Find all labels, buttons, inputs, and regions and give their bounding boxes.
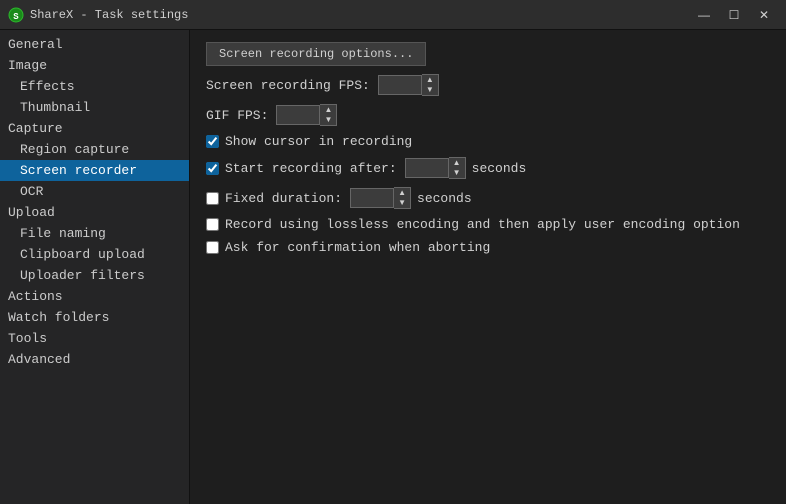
sidebar-item-uploader-filters[interactable]: Uploader filters	[0, 265, 189, 286]
start-recording-label: Start recording after:	[225, 161, 397, 176]
sidebar-item-tools[interactable]: Tools	[0, 328, 189, 349]
sidebar-item-watch-folders[interactable]: Watch folders	[0, 307, 189, 328]
content-area: Screen recording options... Screen recor…	[190, 30, 786, 504]
sidebar: GeneralImageEffectsThumbnailCaptureRegio…	[0, 30, 190, 504]
screen-fps-down[interactable]: ▼	[422, 85, 438, 95]
sidebar-item-clipboard-upload[interactable]: Clipboard upload	[0, 244, 189, 265]
svg-text:S: S	[13, 12, 19, 22]
sidebar-item-actions[interactable]: Actions	[0, 286, 189, 307]
title-bar: S ShareX - Task settings — ☐ ✕	[0, 0, 786, 30]
maximize-button[interactable]: ☐	[720, 5, 748, 25]
sharex-icon: S	[8, 7, 24, 23]
sidebar-item-file-naming[interactable]: File naming	[0, 223, 189, 244]
sidebar-item-capture[interactable]: Capture	[0, 118, 189, 139]
gif-fps-up[interactable]: ▲	[320, 105, 336, 115]
start-recording-arrows: ▲ ▼	[449, 157, 466, 179]
fixed-duration-spinbox: 3.0 ▲ ▼	[350, 187, 411, 209]
screen-fps-spinbox: 30 ▲ ▼	[378, 74, 439, 96]
screen-fps-arrows: ▲ ▼	[422, 74, 439, 96]
sidebar-item-ocr[interactable]: OCR	[0, 181, 189, 202]
gif-fps-spinbox: 15 ▲ ▼	[276, 104, 337, 126]
fixed-duration-arrows: ▲ ▼	[394, 187, 411, 209]
sidebar-item-thumbnail[interactable]: Thumbnail	[0, 97, 189, 118]
sidebar-item-advanced[interactable]: Advanced	[0, 349, 189, 370]
lossless-row: Record using lossless encoding and then …	[206, 217, 770, 232]
main-layout: GeneralImageEffectsThumbnailCaptureRegio…	[0, 30, 786, 504]
gif-fps-down[interactable]: ▼	[320, 115, 336, 125]
screen-fps-label: Screen recording FPS:	[206, 78, 370, 93]
sidebar-item-effects[interactable]: Effects	[0, 76, 189, 97]
close-button[interactable]: ✕	[750, 5, 778, 25]
lossless-checkbox[interactable]	[206, 218, 219, 231]
gif-fps-arrows: ▲ ▼	[320, 104, 337, 126]
lossless-label: Record using lossless encoding and then …	[225, 217, 740, 232]
sidebar-item-upload[interactable]: Upload	[0, 202, 189, 223]
start-recording-up[interactable]: ▲	[449, 158, 465, 168]
ask-confirm-label: Ask for confirmation when aborting	[225, 240, 490, 255]
fixed-duration-label: Fixed duration:	[225, 191, 342, 206]
minimize-button[interactable]: —	[690, 5, 718, 25]
start-recording-row: Start recording after: 0.0 ▲ ▼ seconds	[206, 157, 770, 179]
fixed-duration-unit: seconds	[417, 191, 472, 206]
start-recording-checkbox[interactable]	[206, 162, 219, 175]
show-cursor-label: Show cursor in recording	[225, 134, 412, 149]
start-recording-unit: seconds	[472, 161, 527, 176]
fixed-duration-row: Fixed duration: 3.0 ▲ ▼ seconds	[206, 187, 770, 209]
sidebar-item-image[interactable]: Image	[0, 55, 189, 76]
window-title: ShareX - Task settings	[30, 8, 690, 22]
fixed-duration-input[interactable]: 3.0	[350, 188, 394, 208]
screen-fps-up[interactable]: ▲	[422, 75, 438, 85]
gif-fps-row: GIF FPS: 15 ▲ ▼	[206, 104, 770, 126]
sidebar-item-region-capture[interactable]: Region capture	[0, 139, 189, 160]
fixed-duration-checkbox[interactable]	[206, 192, 219, 205]
sidebar-item-screen-recorder[interactable]: Screen recorder	[0, 160, 189, 181]
start-recording-down[interactable]: ▼	[449, 168, 465, 178]
window-controls: — ☐ ✕	[690, 5, 778, 25]
ask-confirm-checkbox[interactable]	[206, 241, 219, 254]
start-recording-input[interactable]: 0.0	[405, 158, 449, 178]
show-cursor-checkbox[interactable]	[206, 135, 219, 148]
gif-fps-label: GIF FPS:	[206, 108, 268, 123]
gif-fps-input[interactable]: 15	[276, 105, 320, 125]
show-cursor-row: Show cursor in recording	[206, 134, 770, 149]
screen-recording-options-button[interactable]: Screen recording options...	[206, 42, 426, 66]
ask-confirm-row: Ask for confirmation when aborting	[206, 240, 770, 255]
start-recording-spinbox: 0.0 ▲ ▼	[405, 157, 466, 179]
screen-fps-input[interactable]: 30	[378, 75, 422, 95]
screen-fps-row: Screen recording FPS: 30 ▲ ▼	[206, 74, 770, 96]
sidebar-item-general[interactable]: General	[0, 34, 189, 55]
fixed-duration-down[interactable]: ▼	[394, 198, 410, 208]
fixed-duration-up[interactable]: ▲	[394, 188, 410, 198]
